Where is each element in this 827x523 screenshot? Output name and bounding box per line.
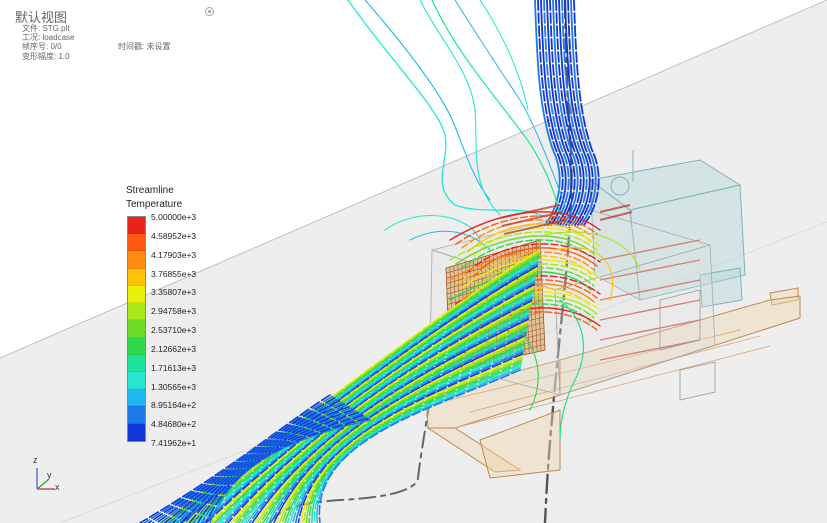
- scene-canvas[interactable]: [0, 0, 827, 523]
- time-label: 时间戳: 未设置: [118, 42, 171, 51]
- legend-value-label: 2.94758e+3: [151, 306, 197, 317]
- legend-value-label: 4.84680e+2: [151, 419, 197, 430]
- legend-value-label: 2.12662e+3: [151, 343, 197, 354]
- legend-value-label: 3.76855e+3: [151, 268, 197, 279]
- streamline: [479, 0, 529, 111]
- legend-value-label: 4.58952e+3: [151, 230, 197, 241]
- legend-value-label: 8.95164e+2: [151, 400, 197, 411]
- legend-title-line2: Temperature: [126, 199, 183, 210]
- legend-swatch: [128, 268, 145, 286]
- legend-swatch: [128, 371, 145, 390]
- legend-swatch: [128, 389, 145, 407]
- legend-swatch: [128, 285, 145, 304]
- legend-title-line1: Streamline: [126, 185, 174, 196]
- axis-z-label: z: [33, 455, 38, 465]
- legend-value-label: 2.53710e+3: [151, 325, 197, 335]
- legend-value-label: 7.41962e+1: [151, 438, 197, 448]
- deform-label: 变形幅度: 1.0: [22, 52, 70, 61]
- legend-swatch: [128, 320, 145, 338]
- legend-swatch: [128, 303, 145, 321]
- legend-value-label: 5.00000e+3: [151, 212, 197, 222]
- close-panel-icon[interactable]: [205, 7, 214, 16]
- view-info-panel: 默认视图 文件: STG.plt 工况: loadcase 帧序号: 0/0 时…: [8, 4, 220, 68]
- legend-value-label: 1.71613e+3: [151, 362, 197, 373]
- legend-swatch: [128, 406, 145, 424]
- legend-swatch: [128, 217, 145, 235]
- legend-swatch: [128, 234, 145, 252]
- legend-swatch: [128, 354, 145, 372]
- legend-swatch: [128, 251, 145, 269]
- legend-swatch: [128, 423, 145, 441]
- axis-y-label: y: [47, 470, 52, 480]
- 3d-viewport[interactable]: 默认视图 文件: STG.plt 工况: loadcase 帧序号: 0/0 时…: [0, 0, 827, 523]
- axis-x-label: x: [55, 482, 60, 492]
- legend-value-label: 4.17903e+3: [151, 249, 197, 260]
- legend-value-label: 3.35807e+3: [151, 287, 197, 298]
- legend-value-label: 1.30565e+3: [151, 381, 197, 392]
- legend-colorbar: [127, 216, 146, 442]
- legend-swatch: [128, 337, 145, 355]
